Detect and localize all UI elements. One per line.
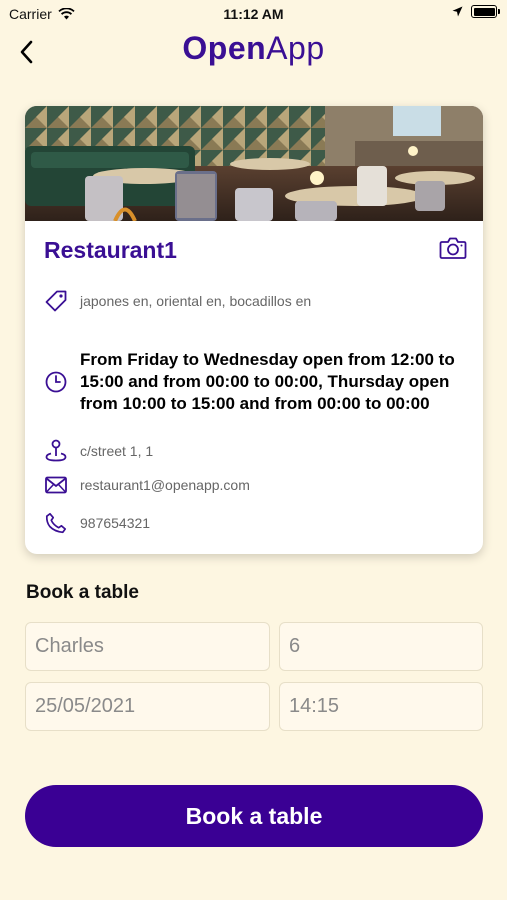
phone-row: 987654321 (44, 512, 464, 534)
tags-row: japones en, oriental en, bocadillos en (44, 290, 464, 312)
phone-icon-wrap (44, 512, 68, 534)
time-field[interactable]: 14:15 (279, 682, 483, 731)
camera-button[interactable] (439, 236, 467, 260)
address-row: c/street 1, 1 (44, 439, 464, 463)
restaurant-card: Restaurant1 japones en, oriental en, boc… (25, 106, 483, 554)
tags-text: japones en, oriental en, bocadillos en (80, 293, 312, 309)
phone-text: 987654321 (80, 515, 151, 531)
status-time: 11:12 AM (223, 6, 284, 22)
tag-icon-wrap (44, 290, 68, 312)
brand-part2: App (266, 30, 325, 66)
location-arrow-icon (452, 6, 463, 17)
mail-icon (45, 476, 67, 494)
book-table-button[interactable]: Book a table (25, 785, 483, 847)
tag-icon (45, 290, 67, 312)
phone-icon (45, 512, 67, 534)
book-table-button-label: Book a table (185, 802, 323, 829)
brand-logo: OpenApp (0, 30, 507, 67)
email-text: restaurant1@openapp.com (80, 477, 250, 493)
hours-row: From Friday to Wednesday open from 12:00… (44, 338, 464, 426)
restaurant-name: Restaurant1 (44, 237, 177, 263)
clock-icon-wrap (44, 371, 68, 393)
map-pin-icon-wrap (44, 439, 68, 463)
people-field[interactable]: 6 (279, 622, 483, 671)
nav-bar: OpenApp (0, 28, 507, 76)
email-row: restaurant1@openapp.com (44, 476, 464, 494)
map-pin-icon (45, 439, 67, 462)
booking-title: Book a table (26, 582, 139, 603)
clock-icon (45, 371, 67, 393)
mail-icon-wrap (44, 476, 68, 494)
restaurant-photo (25, 106, 483, 221)
address-text: c/street 1, 1 (80, 443, 154, 459)
status-right (452, 5, 500, 18)
status-bar: Carrier 11:12 AM (0, 0, 507, 28)
date-field[interactable]: 25/05/2021 (25, 682, 270, 731)
camera-icon (439, 237, 467, 259)
name-field[interactable]: Charles (25, 622, 270, 671)
brand-part1: Open (182, 30, 267, 66)
hours-text: From Friday to Wednesday open from 12:00… (80, 350, 455, 413)
battery-icon (471, 5, 500, 18)
